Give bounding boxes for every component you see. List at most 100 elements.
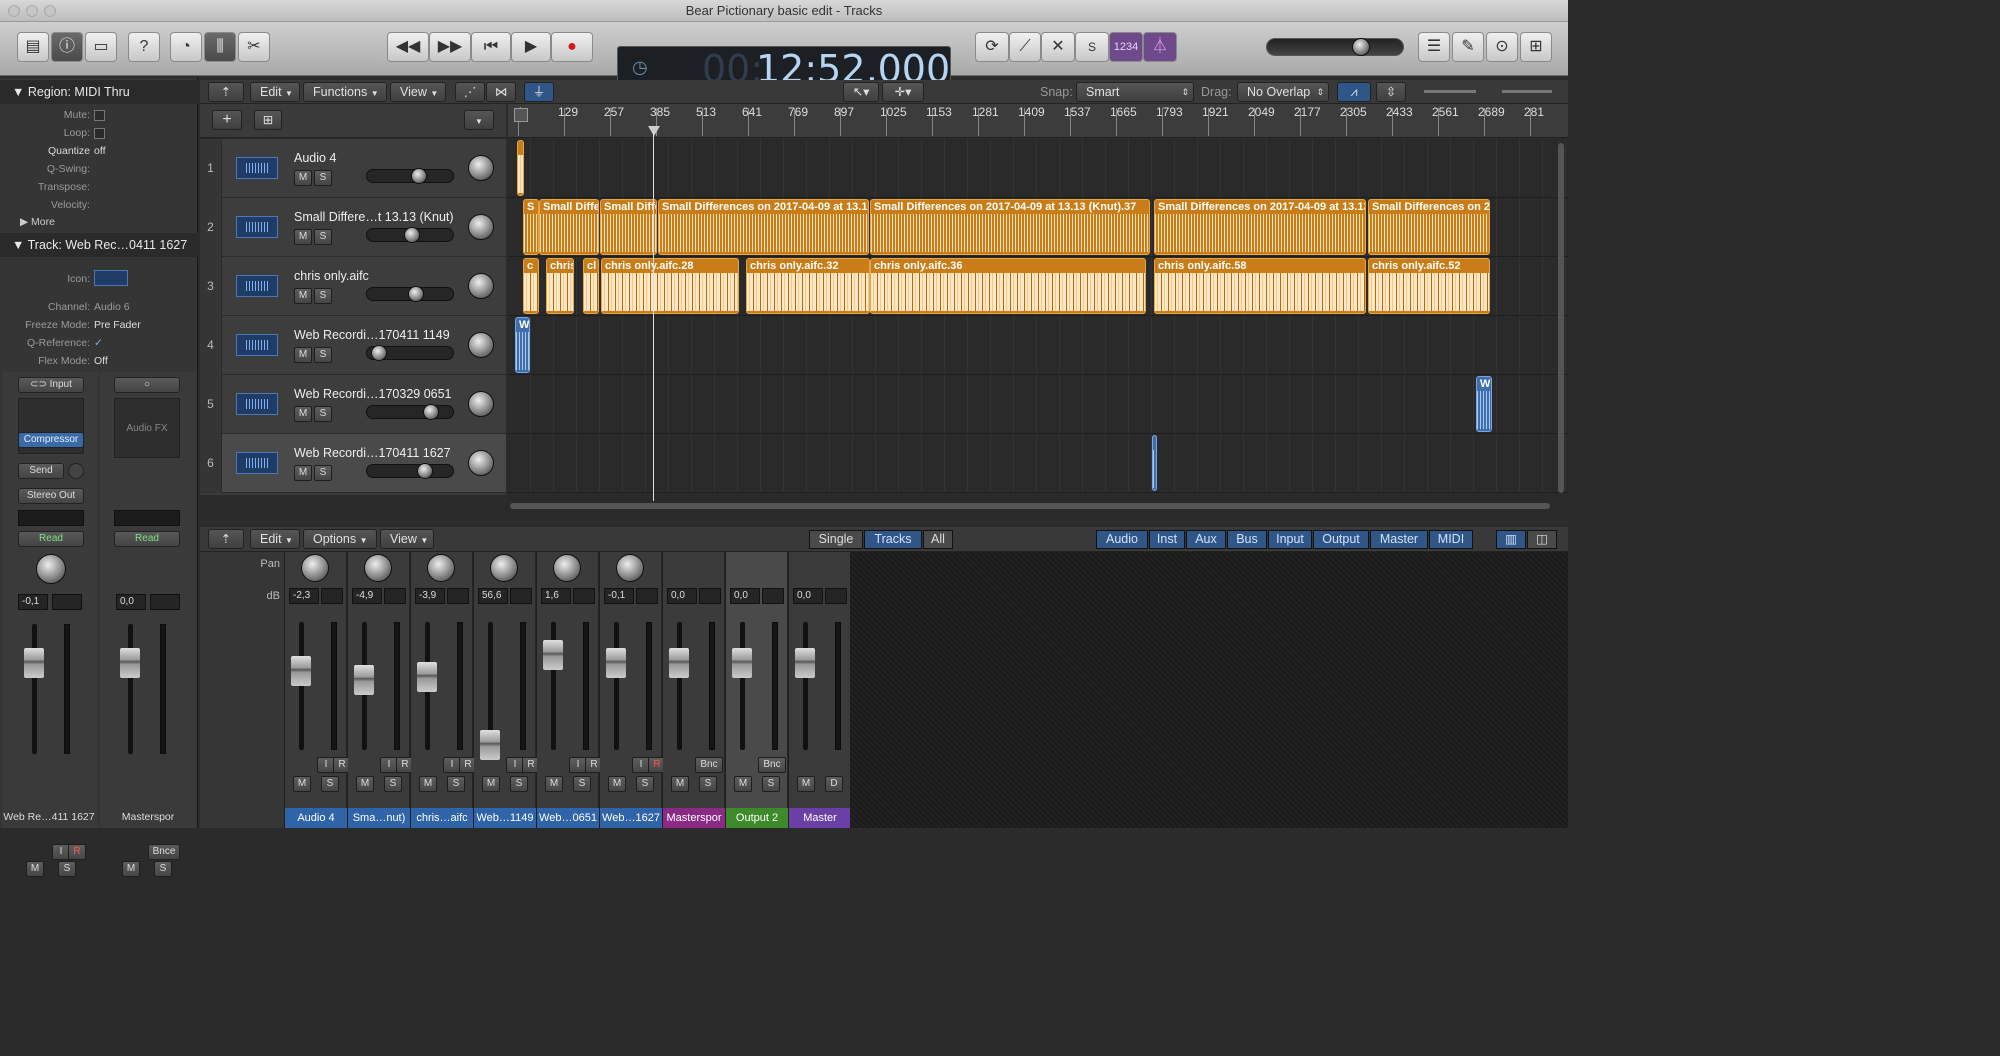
track-name[interactable]: Audio 4: [294, 151, 336, 165]
edit-menu[interactable]: Edit ▼: [250, 82, 300, 102]
channel-mute-button[interactable]: M: [671, 776, 689, 792]
track-mute-button[interactable]: M: [294, 170, 312, 186]
editors-button[interactable]: ✂: [238, 32, 270, 62]
send-slot[interactable]: Send: [18, 463, 64, 479]
track-icon-waveform[interactable]: [94, 270, 128, 286]
track-volume-knob[interactable]: [408, 286, 424, 302]
vertical-zoom-slider[interactable]: [1424, 90, 1476, 93]
audio-region[interactable]: chris only.aifc.52: [1368, 258, 1490, 314]
channel-solo-button[interactable]: D: [825, 776, 843, 792]
track-volume-knob[interactable]: [371, 345, 387, 361]
playhead[interactable]: [653, 131, 654, 501]
volume-fader[interactable]: [120, 648, 140, 678]
send-knob[interactable]: [68, 463, 84, 479]
audio-fx-slot[interactable]: Audio FX: [114, 398, 180, 458]
note-pads-button[interactable]: ✎: [1452, 32, 1484, 62]
solo-button[interactable]: ✕: [1041, 32, 1075, 62]
track-volume-slider[interactable]: [366, 345, 454, 361]
crosshair-tool[interactable]: ✛▾: [882, 82, 924, 102]
channel-solo-button[interactable]: S: [699, 776, 717, 792]
channel-pan-knob[interactable]: [616, 554, 644, 582]
add-track-button[interactable]: +: [212, 110, 242, 130]
track-pan-knob[interactable]: [468, 391, 494, 417]
mixer-edit-menu[interactable]: Edit ▼: [250, 529, 300, 549]
pointer-tool[interactable]: ↖▾: [843, 82, 879, 102]
close-window-button[interactable]: [8, 5, 20, 17]
track-solo-button[interactable]: S: [314, 347, 332, 363]
track-waveform-icon[interactable]: [236, 334, 278, 356]
channel-mute-button[interactable]: M: [419, 776, 437, 792]
track-volume-knob[interactable]: [404, 227, 420, 243]
audio-region[interactable]: [517, 140, 524, 196]
channel-pan-knob[interactable]: [553, 554, 581, 582]
channel-name[interactable]: Web…1149: [474, 808, 536, 828]
track-waveform-icon[interactable]: [236, 275, 278, 297]
track-header[interactable]: 2 Small Differe…t 13.13 (Knut) M S: [200, 198, 506, 257]
track-header[interactable]: 3 chris only.aifc M S: [200, 257, 506, 316]
waveform-zoom-button[interactable]: ⩘: [1337, 82, 1371, 102]
automation-button[interactable]: ⋰: [455, 82, 485, 102]
channel-fader[interactable]: [480, 730, 500, 760]
minimize-window-button[interactable]: [26, 5, 38, 17]
region-param-quantize[interactable]: Quantize off: [0, 145, 198, 163]
channel-fader[interactable]: [795, 648, 815, 678]
track-volume-knob[interactable]: [423, 404, 439, 420]
audio-region[interactable]: chris only.aifc.58: [1154, 258, 1366, 314]
track-header[interactable]: 1 Audio 4 M S: [200, 139, 506, 198]
audio-region[interactable]: Small Differences on 20: [1368, 199, 1490, 255]
track-mute-button[interactable]: M: [294, 406, 312, 422]
channel-fader[interactable]: [354, 665, 374, 695]
play-button[interactable]: ▶: [511, 32, 551, 62]
channel-fader-track[interactable]: [740, 622, 745, 750]
zoom-window-button[interactable]: [44, 5, 56, 17]
track-waveform-icon[interactable]: [236, 452, 278, 474]
channel-mute-button[interactable]: M: [734, 776, 752, 792]
channel-mute-button[interactable]: M: [608, 776, 626, 792]
toolbar-button[interactable]: ▭: [85, 32, 117, 62]
fast-forward-button[interactable]: ▶▶: [429, 32, 471, 62]
audio-region[interactable]: cl: [583, 258, 599, 314]
track-header[interactable]: 4 Web Recordi…170411 1149 M S: [200, 316, 506, 375]
channel-solo-button[interactable]: S: [762, 776, 780, 792]
narrow-view-button[interactable]: ▥: [1496, 530, 1526, 549]
track-mute-button[interactable]: M: [294, 347, 312, 363]
mute-button[interactable]: M: [122, 861, 140, 877]
track-solo-button[interactable]: S: [314, 288, 332, 304]
track-waveform-icon[interactable]: [236, 216, 278, 238]
channel-name[interactable]: Master: [789, 808, 851, 828]
back-button[interactable]: ⇡: [208, 82, 244, 102]
q-reference-check[interactable]: ✓: [94, 337, 103, 349]
wide-view-button[interactable]: ◫: [1527, 530, 1557, 549]
channel-name[interactable]: Output 2: [726, 808, 788, 828]
audio-region[interactable]: W: [1476, 376, 1492, 432]
bounce-button[interactable]: Bnc: [695, 757, 723, 773]
track-solo-button[interactable]: S: [314, 170, 332, 186]
channel-fader-track[interactable]: [677, 622, 682, 750]
audio-region[interactable]: Small Diffe: [539, 199, 599, 255]
horizontal-scrollbar[interactable]: [510, 503, 1550, 509]
track-param-channel[interactable]: Channel: Audio 6: [0, 301, 198, 319]
bar-ruler[interactable]: 1129257385513641769897102511531281140915…: [508, 104, 1568, 138]
audio-region[interactable]: c: [523, 258, 539, 314]
mixer-options-menu[interactable]: Options ▼: [303, 529, 377, 549]
audio-region[interactable]: S: [523, 199, 539, 255]
playhead-marker[interactable]: [648, 126, 660, 136]
horizontal-zoom-slider[interactable]: [1502, 90, 1552, 93]
channel-solo-button[interactable]: S: [384, 776, 402, 792]
mixer-back-button[interactable]: ⇡: [208, 529, 244, 549]
channel-fader-track[interactable]: [614, 622, 619, 750]
volume-fader-track[interactable]: [128, 624, 133, 754]
audio-region[interactable]: Small Differences on 2017-04-09 at 13.13…: [658, 199, 869, 255]
channel-name[interactable]: Masterspor: [663, 808, 725, 828]
channel-fader[interactable]: [543, 640, 563, 670]
group-slot[interactable]: [114, 510, 180, 526]
audio-region[interactable]: Small Differences on 2017-04-09 at 13.13: [1154, 199, 1366, 255]
channel-solo-button[interactable]: S: [573, 776, 591, 792]
view-menu[interactable]: View ▼: [390, 82, 446, 102]
tuner-button[interactable]: ⟋: [1009, 32, 1041, 62]
track-volume-slider[interactable]: [366, 286, 454, 302]
channel-pan-knob[interactable]: [490, 554, 518, 582]
snap-select[interactable]: Smart ⇕: [1076, 82, 1194, 102]
audio-region[interactable]: W: [515, 317, 530, 373]
mixer-filter-audio[interactable]: Audio: [1096, 530, 1148, 549]
